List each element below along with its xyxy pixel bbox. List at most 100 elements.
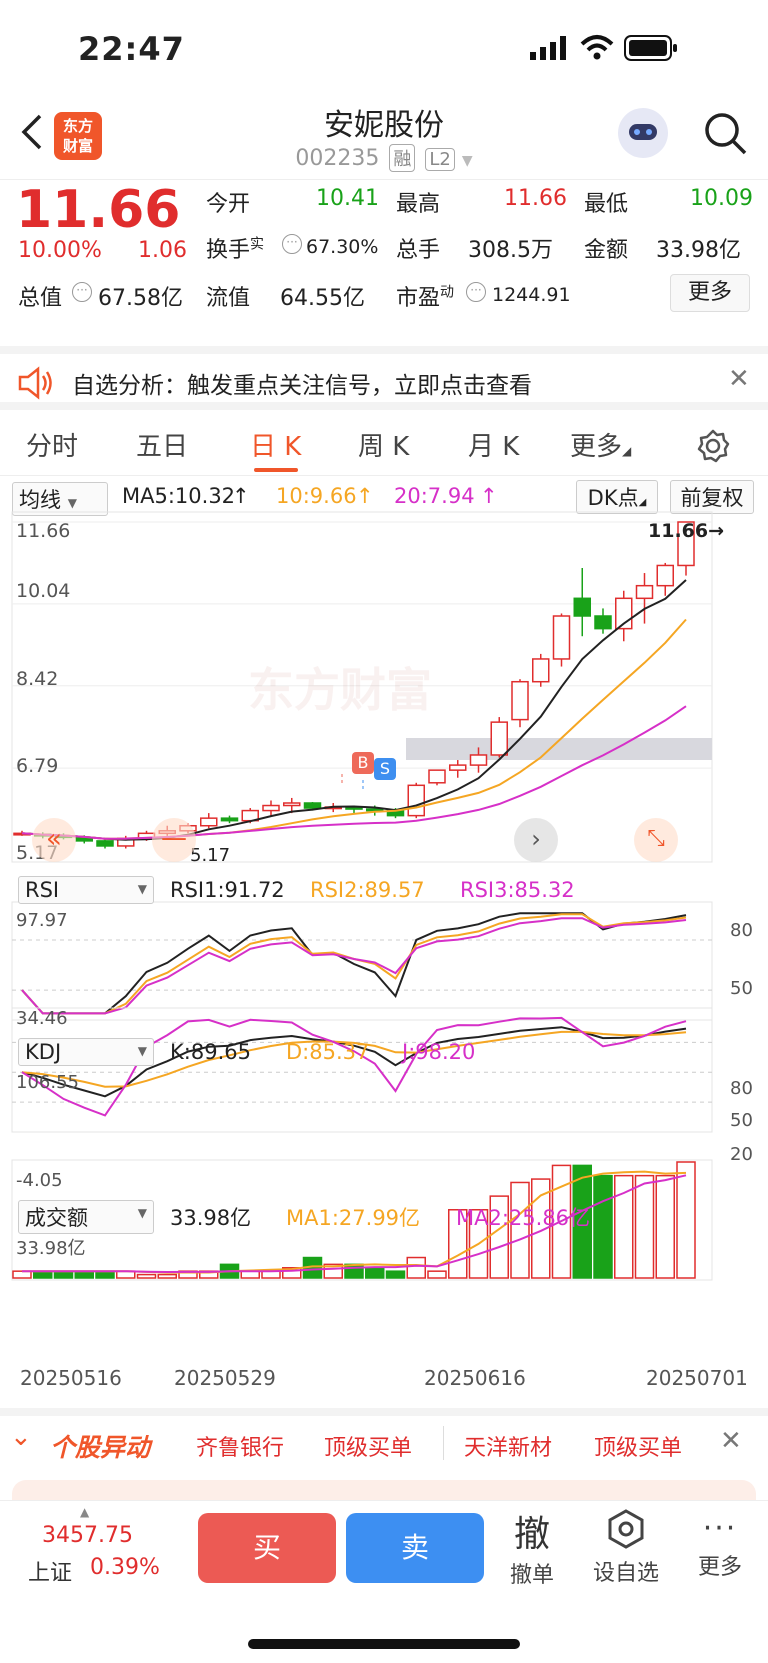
search-icon[interactable] [702,110,748,156]
price-axis-label: 8.42 [16,668,59,690]
indicator-selector-rsi[interactable]: RSI ▼ [18,876,154,904]
price-axis-label: 6.79 [16,755,59,777]
tab-more[interactable]: 更多◢ [570,426,631,463]
hexagon-watch-icon [608,1509,644,1549]
change-percent: 10.00% [18,238,102,263]
current-price-marker: 11.66→ [648,520,725,542]
turnover-label-text: 换手 [206,238,251,263]
tab-daily-k[interactable]: 日 K [250,426,301,463]
tab-five-day[interactable]: 五日 [136,426,188,463]
volume-bar [157,1273,177,1279]
rsi-selector-label: RSI [25,878,60,902]
candle-body [635,584,654,600]
robot-assistant-icon[interactable] [618,108,668,158]
watchlist-label: 设自选 [592,1561,659,1586]
tab-monthly-k[interactable]: 月 K [468,426,519,463]
high-label: 最高 [396,192,441,217]
kline-chart-area[interactable] [0,476,768,1396]
signal-icon [530,36,566,60]
kdj-bottom-label: -4.05 [16,1170,63,1191]
more-label: 更多 [697,1555,742,1580]
stock-alert-ticker[interactable]: ⌄ 个股异动 齐鲁银行 顶级买单 天洋新材 顶级买单 ✕ [0,1408,768,1468]
buy-button[interactable]: 买 [198,1513,336,1583]
scroll-right-icon[interactable]: › [514,818,558,862]
ticker-item[interactable]: 顶级买单 [594,1430,682,1462]
kdj-d-legend: D:85.37 [286,1040,370,1064]
sell-signal-marker[interactable]: S [374,758,396,780]
add-watchlist-button[interactable]: 设自选 [590,1509,662,1587]
caret-down-icon: ▼ [461,153,473,169]
turnover-label: 换手实 [206,232,264,264]
pe-value: 1244.91 [492,284,571,306]
close-icon[interactable]: ✕ [728,364,750,394]
candle-body [594,615,612,630]
ticker-item[interactable]: 齐鲁银行 [196,1430,284,1462]
volume-label: 总手 [396,238,441,263]
float-label: 流值 [206,286,251,311]
tab-more-label: 更多 [570,432,623,462]
pe-sup: 动 [440,284,455,301]
more-quote-button[interactable]: 更多 [670,274,750,312]
ticker-item[interactable]: 天洋新材 [464,1430,552,1462]
fullscreen-icon[interactable]: ⤡ [634,818,678,862]
candle-body [449,764,467,771]
more-button[interactable]: ··· 更多 [692,1509,748,1581]
rsi-50-label: 50 [730,978,753,999]
cancel-order-button[interactable]: 撤 撤单 [504,1505,560,1589]
bottom-action-bar: ▲ 3457.75 上证 0.39% 买 卖 撤 撤单 设自选 ··· 更多 [0,1500,768,1663]
info-dots-icon[interactable]: ··· [282,234,302,254]
turnover-sup: 实 [250,236,265,253]
volume-bar [593,1174,613,1279]
more-dots-icon: ··· [702,1511,738,1546]
zoom-out-icon[interactable]: — [152,818,196,862]
info-dots-icon[interactable]: ··· [466,282,486,302]
mktcap-value: 67.58亿 [98,286,183,311]
info-dots-icon[interactable]: ··· [72,282,92,302]
candle-body [656,564,674,587]
volume-bar [136,1273,157,1279]
date-label: 20250616 [424,1366,526,1390]
candle-body [428,769,446,784]
low-label: 最低 [584,192,629,217]
ticker-item[interactable]: 顶级买单 [324,1430,412,1462]
rsi3-legend: RSI3:85.32 [460,878,575,902]
low-price-marker: 5.17 [190,845,231,866]
float-value: 64.55亿 [280,286,365,311]
period-tabs: 分时 五日 日 K 周 K 月 K 更多◢ [0,414,768,476]
sell-button[interactable]: 卖 [346,1513,484,1583]
volume-selector-label: 成交额 [25,1206,88,1230]
price-axis-label: 11.66 [16,520,71,542]
kdj-j-legend: J:98.20 [402,1040,476,1064]
tab-weekly-k[interactable]: 周 K [358,426,409,463]
indicator-selector-volume[interactable]: 成交额 ▼ [18,1200,154,1234]
volume-bar [385,1270,406,1279]
candle-body [573,597,591,617]
chevron-down-icon[interactable]: ⌄ [10,1422,32,1452]
buy-signal-marker[interactable]: B [352,752,374,774]
volume-bar [676,1161,696,1279]
open-value: 10.41 [316,186,379,211]
notice-bar[interactable]: 自选分析：触发重点关注信号，立即点击查看 ✕ [0,346,768,410]
level2-tag: L2 [425,148,455,171]
candle-body [407,784,425,817]
tab-intraday[interactable]: 分时 [26,426,78,463]
notice-text: 自选分析：触发重点关注信号，立即点击查看 [72,373,532,399]
last-price: 11.66 [16,180,181,240]
candle-body [552,615,571,660]
status-time: 22:47 [78,30,185,68]
candle-body [469,754,488,766]
candle-body [200,817,218,827]
rsi-bottom-label: 34.46 [16,1008,68,1029]
settings-gear-icon[interactable] [695,428,731,464]
candle-body [303,802,322,809]
volume-top-label: 33.98亿 [16,1238,86,1259]
index-value[interactable]: 3457.75 [42,1523,133,1548]
volume-bar [365,1267,385,1279]
volume-value: 308.5万 [468,238,553,263]
close-icon[interactable]: ✕ [720,1426,742,1456]
margin-tag: 融 [389,144,416,172]
candle-body [511,680,529,721]
scroll-left-icon[interactable]: « [32,818,76,862]
indicator-selector-kdj[interactable]: KDJ ▼ [18,1038,154,1066]
kdj-frame [11,1007,713,1133]
